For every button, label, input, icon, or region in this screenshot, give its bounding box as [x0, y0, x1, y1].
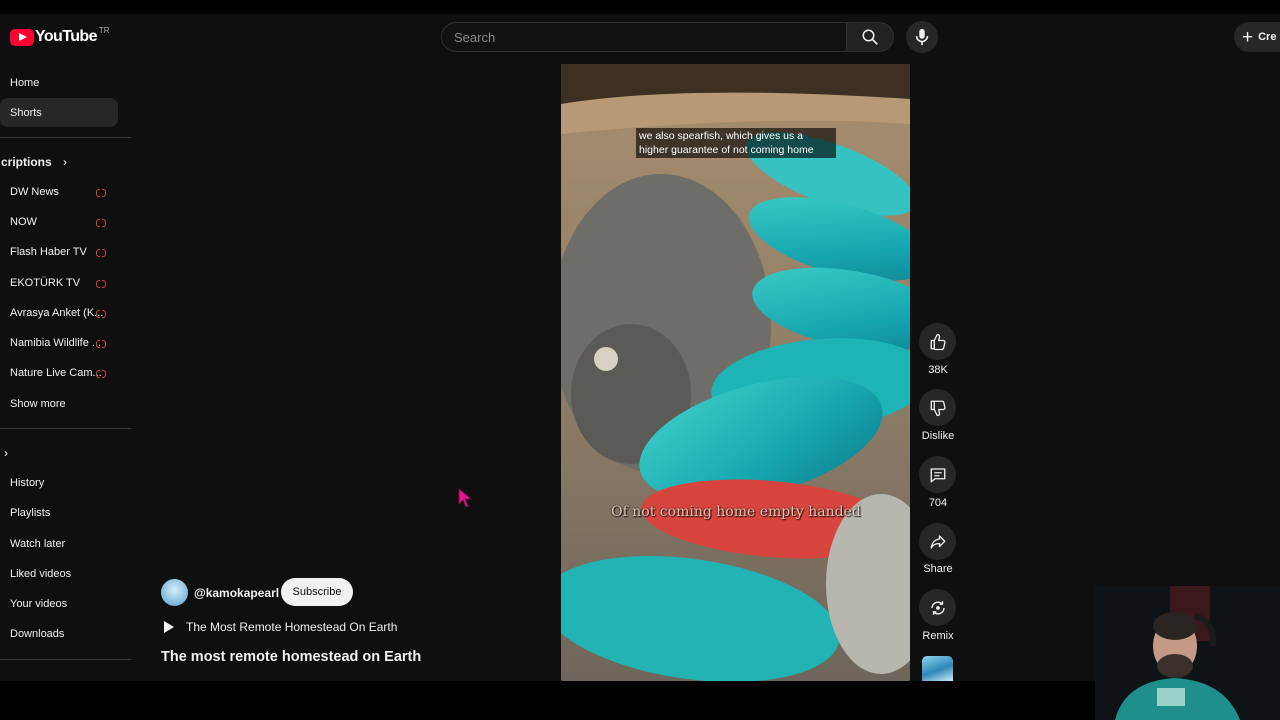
sidebar-item-subscription[interactable]: Nature Live Cam...	[10, 366, 102, 380]
logo-text: YouTube	[35, 28, 97, 45]
channel-avatar[interactable]	[161, 579, 188, 606]
sidebar-show-more[interactable]: Show more	[10, 397, 66, 411]
you-section-chevron-icon[interactable]: ›	[4, 446, 8, 460]
play-icon	[164, 621, 174, 633]
burned-in-subtitle: Of not coming home empty handed	[611, 504, 861, 520]
search-icon	[862, 29, 878, 45]
webcam-person-image	[1095, 586, 1280, 720]
mouse-cursor-icon	[458, 488, 472, 508]
create-label: Cre	[1258, 31, 1277, 43]
thumbs-down-icon	[930, 400, 946, 416]
playlist-title: The Most Remote Homestead On Earth	[186, 620, 398, 634]
search-button[interactable]	[846, 22, 894, 52]
sidebar-item-your-videos[interactable]: Your videos	[10, 597, 67, 611]
sidebar-item-liked-videos[interactable]: Liked videos	[10, 567, 71, 581]
subscribe-button[interactable]: Subscribe	[281, 578, 353, 606]
remix-icon	[930, 600, 945, 615]
sidebar-item-home[interactable]: Home	[10, 76, 39, 90]
comments-button[interactable]	[919, 456, 956, 493]
live-icon	[96, 188, 106, 197]
remix-label: Remix	[922, 630, 954, 642]
top-black-bar	[0, 0, 1280, 14]
subscriptions-title: criptions	[1, 155, 52, 169]
sidebar-item-subscription[interactable]: DW News	[10, 185, 59, 199]
share-icon	[930, 534, 945, 549]
like-button[interactable]	[919, 323, 956, 360]
sidebar-item-shorts[interactable]: Shorts	[10, 106, 42, 120]
channel-name[interactable]: @kamokapearl	[194, 586, 279, 600]
sidebar-item-subscription[interactable]: Avrasya Anket (K...	[10, 306, 103, 320]
live-icon	[96, 248, 106, 257]
webcam-overlay	[1095, 586, 1280, 720]
dislike-label: Dislike	[921, 430, 955, 442]
plus-icon: +	[1242, 26, 1254, 48]
sidebar-item-history[interactable]: History	[10, 476, 44, 490]
thumbs-up-icon	[930, 333, 946, 350]
sidebar-divider	[0, 137, 131, 138]
sidebar-item-subscription[interactable]: EKOTÜRK TV	[10, 276, 80, 290]
comment-icon	[930, 467, 945, 482]
create-button[interactable]: + Cre	[1234, 22, 1280, 52]
sidebar-item-subscription[interactable]: Namibia Wildlife ...	[10, 336, 101, 350]
search-box[interactable]	[441, 22, 846, 52]
sidebar-item-subscription[interactable]: NOW	[10, 215, 37, 229]
like-count: 38K	[928, 364, 948, 376]
youtube-play-icon	[10, 28, 34, 46]
microphone-icon	[915, 28, 929, 46]
dislike-button[interactable]	[919, 389, 956, 426]
share-button[interactable]	[919, 523, 956, 560]
subscriptions-heading[interactable]: criptions ›	[1, 155, 67, 169]
bottom-black-bar	[0, 681, 1280, 720]
youtube-logo[interactable]: YouTube TR	[10, 25, 110, 47]
live-icon	[96, 369, 106, 378]
comments-count: 704	[928, 497, 948, 509]
chevron-right-icon: ›	[63, 155, 68, 169]
search-input[interactable]	[442, 23, 846, 51]
sidebar-item-playlists[interactable]: Playlists	[10, 506, 50, 520]
sound-thumbnail[interactable]	[922, 656, 953, 681]
video-title[interactable]: The most remote homestead on Earth	[161, 649, 421, 665]
sidebar-divider	[0, 428, 131, 429]
sidebar-item-watch-later[interactable]: Watch later	[10, 537, 65, 551]
caption-text: we also spearfish, which gives us a high…	[636, 128, 836, 158]
playlist-link[interactable]: The Most Remote Homestead On Earth	[162, 620, 397, 634]
sidebar-item-subscription[interactable]: Flash Haber TV	[10, 245, 87, 259]
logo-country-code: TR	[98, 25, 110, 35]
live-icon	[96, 309, 106, 318]
short-video-player[interactable]: we also spearfish, which gives us a high…	[561, 64, 910, 681]
live-icon	[96, 218, 106, 227]
remix-button[interactable]	[919, 589, 956, 626]
voice-search-button[interactable]	[906, 21, 938, 53]
sidebar-divider	[0, 659, 131, 660]
live-icon	[96, 339, 106, 348]
sidebar-item-downloads[interactable]: Downloads	[10, 627, 64, 641]
share-label: Share	[923, 563, 953, 575]
live-icon	[96, 279, 106, 288]
